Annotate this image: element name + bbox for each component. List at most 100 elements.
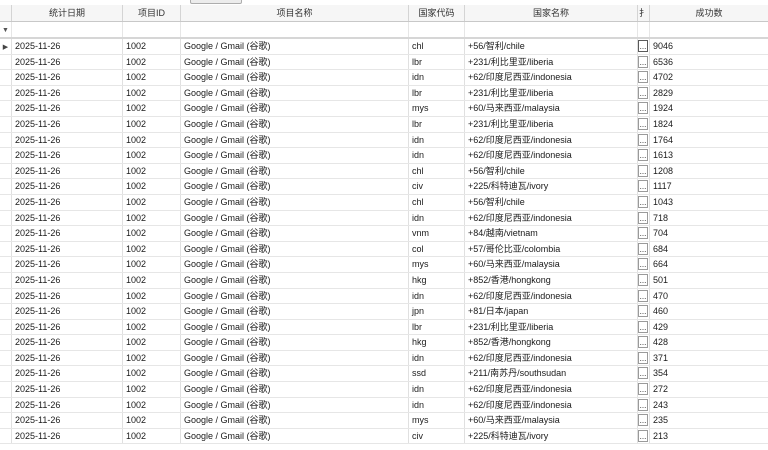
- ellipsis-button[interactable]: ...: [638, 429, 648, 442]
- ellipsis-button[interactable]: ...: [638, 211, 648, 224]
- ellipsis-button[interactable]: ...: [638, 117, 648, 130]
- cell-date[interactable]: 2025-11-26: [12, 350, 123, 366]
- cell-date[interactable]: 2025-11-26: [12, 319, 123, 335]
- cell-country-name[interactable]: +225/科特迪瓦/ivory: [465, 179, 638, 194]
- table-row[interactable]: 2025-11-26 1002 Google / Gmail (谷歌) idn +62/…: [0, 210, 768, 227]
- ellipsis-button[interactable]: ...: [638, 336, 648, 349]
- cell-country-name[interactable]: +231/利比里亚/liberia: [465, 319, 638, 335]
- cell-country-code[interactable]: chl: [409, 194, 465, 210]
- row-indicator[interactable]: [0, 335, 12, 350]
- cell-country-code[interactable]: idn: [409, 210, 465, 226]
- ellipsis-button[interactable]: ...: [638, 133, 648, 146]
- cell-country-code[interactable]: mys: [409, 101, 465, 116]
- row-indicator[interactable]: [0, 382, 12, 397]
- cell-country-code[interactable]: hkg: [409, 335, 465, 350]
- table-row[interactable]: 2025-11-26 1002 Google / Gmail (谷歌) mys +60/…: [0, 257, 768, 273]
- cell-date[interactable]: 2025-11-26: [12, 413, 123, 428]
- ellipsis-button[interactable]: ...: [638, 55, 648, 68]
- cell-project-name[interactable]: Google / Gmail (谷歌): [181, 210, 409, 226]
- cell-country-name[interactable]: +60/马来西亚/malaysia: [465, 101, 638, 116]
- cell-project-name[interactable]: Google / Gmail (谷歌): [181, 397, 409, 413]
- row-indicator[interactable]: [0, 397, 12, 413]
- cell-country-code[interactable]: ssd: [409, 366, 465, 382]
- cell-project-id[interactable]: 1002: [123, 194, 181, 210]
- cell-country-code[interactable]: idn: [409, 397, 465, 413]
- cell-success-count[interactable]: 501: [650, 273, 768, 288]
- table-row[interactable]: 2025-11-26 1002 Google / Gmail (谷歌) lbr +231…: [0, 116, 768, 133]
- column-header-project-name[interactable]: 项目名称: [181, 5, 409, 21]
- cell-project-id[interactable]: 1002: [123, 54, 181, 70]
- cell-project-name[interactable]: Google / Gmail (谷歌): [181, 116, 409, 132]
- ellipsis-button[interactable]: ...: [638, 351, 648, 364]
- row-indicator[interactable]: [0, 148, 12, 163]
- cell-project-id[interactable]: 1002: [123, 382, 181, 397]
- cell-date[interactable]: 2025-11-26: [12, 101, 123, 116]
- cell-date[interactable]: 2025-11-26: [12, 272, 123, 288]
- filter-cell-country-code[interactable]: [409, 22, 465, 37]
- row-indicator[interactable]: [0, 85, 12, 101]
- cell-success-count[interactable]: 1208: [650, 164, 768, 179]
- cell-project-id[interactable]: 1002: [123, 272, 181, 288]
- cell-country-name[interactable]: +60/马来西亚/malaysia: [465, 257, 638, 272]
- cell-country-name[interactable]: +62/印度尼西亚/indonesia: [465, 350, 638, 366]
- cell-project-name[interactable]: Google / Gmail (谷歌): [181, 428, 409, 444]
- cell-date[interactable]: 2025-11-26: [12, 70, 123, 85]
- cell-country-code[interactable]: jpn: [409, 304, 465, 319]
- cell-country-code[interactable]: chl: [409, 39, 465, 54]
- cell-project-name[interactable]: Google / Gmail (谷歌): [181, 132, 409, 148]
- cell-project-id[interactable]: 1002: [123, 413, 181, 428]
- table-row[interactable]: 2025-11-26 1002 Google / Gmail (谷歌) idn +62/…: [0, 397, 768, 414]
- cell-country-name[interactable]: +84/越南/vietnam: [465, 226, 638, 241]
- row-indicator[interactable]: [0, 350, 12, 366]
- cell-success-count[interactable]: 6536: [650, 55, 768, 70]
- cell-project-id[interactable]: 1002: [123, 319, 181, 335]
- table-row[interactable]: 2025-11-26 1002 Google / Gmail (谷歌) vnm +84/…: [0, 226, 768, 242]
- cell-project-name[interactable]: Google / Gmail (谷歌): [181, 350, 409, 366]
- cell-country-code[interactable]: lbr: [409, 54, 465, 70]
- cell-success-count[interactable]: 1764: [650, 133, 768, 148]
- filter-cell-action[interactable]: [638, 22, 650, 37]
- cell-project-id[interactable]: 1002: [123, 148, 181, 163]
- cell-country-code[interactable]: idn: [409, 350, 465, 366]
- cell-project-id[interactable]: 1002: [123, 210, 181, 226]
- row-indicator[interactable]: [0, 288, 12, 304]
- cell-project-name[interactable]: Google / Gmail (谷歌): [181, 319, 409, 335]
- cell-country-name[interactable]: +62/印度尼西亚/indonesia: [465, 382, 638, 397]
- cell-project-name[interactable]: Google / Gmail (谷歌): [181, 163, 409, 179]
- cell-country-code[interactable]: vnm: [409, 226, 465, 241]
- row-indicator[interactable]: [0, 428, 12, 444]
- cell-project-id[interactable]: 1002: [123, 132, 181, 148]
- cell-success-count[interactable]: 664: [650, 257, 768, 272]
- column-header-date[interactable]: 统计日期: [12, 5, 123, 21]
- cell-country-name[interactable]: +62/印度尼西亚/indonesia: [465, 397, 638, 413]
- cell-country-name[interactable]: +852/香港/hongkong: [465, 335, 638, 350]
- table-row[interactable]: 2025-11-26 1002 Google / Gmail (谷歌) lbr +231…: [0, 54, 768, 71]
- ellipsis-button[interactable]: ...: [638, 102, 648, 115]
- cell-country-name[interactable]: +56/智利/chile: [465, 39, 638, 54]
- row-indicator[interactable]: [0, 257, 12, 272]
- table-row[interactable]: 2025-11-26 1002 Google / Gmail (谷歌) civ +225…: [0, 179, 768, 195]
- column-header-project-id[interactable]: 项目ID: [123, 5, 181, 21]
- cell-success-count[interactable]: 429: [650, 320, 768, 335]
- cell-success-count[interactable]: 470: [650, 289, 768, 304]
- cell-country-name[interactable]: +62/印度尼西亚/indonesia: [465, 148, 638, 163]
- cell-country-name[interactable]: +231/利比里亚/liberia: [465, 116, 638, 132]
- cell-date[interactable]: 2025-11-26: [12, 304, 123, 319]
- cell-success-count[interactable]: 243: [650, 398, 768, 413]
- cell-country-code[interactable]: hkg: [409, 272, 465, 288]
- cell-country-code[interactable]: col: [409, 241, 465, 257]
- cell-date[interactable]: 2025-11-26: [12, 428, 123, 444]
- row-indicator[interactable]: [0, 304, 12, 319]
- cell-date[interactable]: 2025-11-26: [12, 116, 123, 132]
- table-row[interactable]: 2025-11-26 1002 Google / Gmail (谷歌) idn +62/…: [0, 288, 768, 305]
- cell-date[interactable]: 2025-11-26: [12, 335, 123, 350]
- cell-project-name[interactable]: Google / Gmail (谷歌): [181, 39, 409, 54]
- cell-project-name[interactable]: Google / Gmail (谷歌): [181, 85, 409, 101]
- cell-success-count[interactable]: 4702: [650, 70, 768, 85]
- cell-project-name[interactable]: Google / Gmail (谷歌): [181, 226, 409, 241]
- table-row[interactable]: 2025-11-26 1002 Google / Gmail (谷歌) mys +60/…: [0, 413, 768, 429]
- filter-cell-country-name[interactable]: [465, 22, 638, 37]
- cell-country-code[interactable]: lbr: [409, 319, 465, 335]
- row-indicator[interactable]: [0, 54, 12, 70]
- ellipsis-button[interactable]: ...: [638, 367, 648, 380]
